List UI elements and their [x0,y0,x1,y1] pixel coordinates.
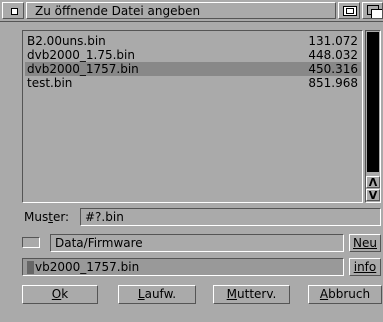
close-gadget[interactable] [2,2,24,19]
file-size: 131.072 [308,34,358,48]
window-title[interactable]: Zu öffnende Datei angeben [26,2,336,19]
file-list[interactable]: B2.00uns.bin 131.072 dvb2000_1.75.bin 44… [22,30,363,203]
scroll-down-button[interactable]: V [366,189,380,201]
info-button[interactable]: info [349,258,381,276]
cancel-button[interactable]: Abbruch [308,285,382,304]
pattern-input[interactable]: #?.bin [80,208,381,226]
arrow-up-icon: Λ [368,176,378,189]
file-size: 851.968 [308,76,358,90]
file-name: dvb2000_1.75.bin [27,48,135,62]
drawer-toggle[interactable] [22,237,40,248]
list-item-selected[interactable]: dvb2000_1757.bin 450.316 [25,62,361,76]
file-requester-window: Zu öffnende Datei angeben B2.00uns.bin 1… [0,0,383,322]
file-size: 448.032 [308,48,358,62]
title-bar[interactable]: Zu öffnende Datei angeben [0,0,383,22]
text-cursor [27,261,34,274]
list-item[interactable]: test.bin 851.968 [25,76,361,90]
close-icon [11,8,18,15]
parent-button[interactable]: Mutterv. [213,285,290,304]
zoom-gadget[interactable] [338,2,360,19]
file-input[interactable]: vb2000_1757.bin [22,258,344,276]
list-item[interactable]: B2.00uns.bin 131.072 [25,34,361,48]
file-name: dvb2000_1757.bin [27,62,139,76]
pattern-label: Muster: [24,210,70,224]
drawer-input[interactable]: Data/Firmware [50,234,344,252]
depth-gadget[interactable] [362,2,383,19]
new-drawer-button[interactable]: Neu [349,234,381,252]
list-item[interactable]: dvb2000_1.75.bin 448.032 [25,48,361,62]
scroll-up-button[interactable]: Λ [366,176,380,188]
zoom-icon [343,6,357,16]
file-name: test.bin [27,76,73,90]
file-name: B2.00uns.bin [27,34,106,48]
file-size: 450.316 [308,62,358,76]
scrollbar-track[interactable] [367,32,379,172]
drives-button[interactable]: Laufw. [118,285,196,304]
arrow-down-icon: V [368,189,378,202]
list-scrollbar[interactable]: Λ V [365,30,381,203]
ok-button[interactable]: Ok [22,285,98,304]
